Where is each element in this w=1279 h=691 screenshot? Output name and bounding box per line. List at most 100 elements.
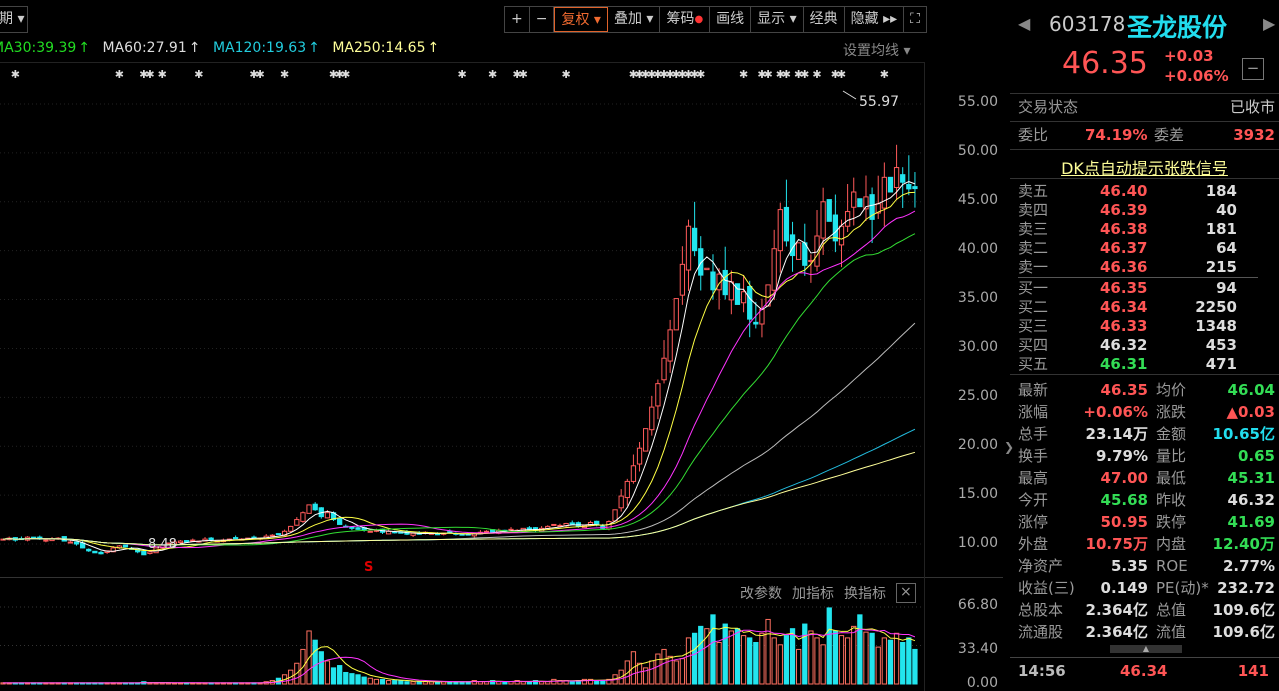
tick-volume: 141 xyxy=(1237,662,1269,680)
collapse-icon[interactable]: − xyxy=(1242,58,1264,80)
signal-marker-icon: ✱ xyxy=(880,68,889,81)
low-price-label: 8.48 xyxy=(148,537,177,552)
price-axis-label: 40.00 xyxy=(957,241,998,257)
stat-value: 46.04 xyxy=(1227,381,1275,399)
candle-body xyxy=(673,298,679,331)
volume-bar xyxy=(508,681,514,685)
stock-code: 603178 xyxy=(1049,12,1126,36)
ma20-line xyxy=(3,210,916,549)
signal-marker-icon: ✱ xyxy=(739,68,748,81)
bid-label: 买二 xyxy=(1018,298,1049,316)
volume-bar xyxy=(753,642,759,685)
candle-body xyxy=(569,522,575,525)
stat-row: 流通股 2.364亿 流值 109.6亿 xyxy=(1018,621,1275,643)
volume-bar xyxy=(691,632,698,685)
ask-price: 46.39 xyxy=(1100,201,1148,219)
stat-value: 2.364亿 xyxy=(1085,601,1148,619)
stat-value: 45.68 xyxy=(1100,491,1148,509)
ma250-line xyxy=(3,451,916,546)
volume-axis-label: 0.00 xyxy=(966,675,998,691)
candle-body xyxy=(740,291,747,304)
status-label: 交易状态 xyxy=(1018,98,1079,116)
next-stock-icon[interactable]: ▶ xyxy=(1263,14,1275,33)
volume-bar xyxy=(624,660,630,685)
stat-value: 46.32 xyxy=(1227,491,1275,509)
bid-volume: 471 xyxy=(1205,355,1237,373)
ask-label: 卖二 xyxy=(1018,239,1049,257)
price-axis-label: 35.00 xyxy=(957,290,998,306)
close-indicator-button[interactable]: × xyxy=(896,583,916,603)
stat-label: 内盘 xyxy=(1156,535,1187,553)
volume-axis-label: 66.80 xyxy=(957,597,998,613)
volume-bar xyxy=(765,618,771,685)
stat-label: PE(动)* xyxy=(1156,579,1209,597)
candle-body xyxy=(783,206,790,242)
candle-body xyxy=(661,357,667,381)
candle-body xyxy=(294,519,300,526)
dk-signal-link[interactable]: DK点自动提示张跌信号 xyxy=(1010,155,1279,179)
candle-body xyxy=(612,509,618,522)
sell-signal-marker: S xyxy=(364,560,374,575)
signal-marker-icon: ✱ xyxy=(158,68,167,81)
wb-label: 委比 xyxy=(1018,126,1049,144)
price-axis-label: 20.00 xyxy=(957,437,998,453)
volume-bar xyxy=(349,673,355,685)
candle-body xyxy=(624,480,630,499)
stat-label: 总股本 xyxy=(1018,601,1064,619)
expand-handle-icon[interactable]: ▲ xyxy=(1110,645,1182,653)
volume-bar xyxy=(392,680,398,685)
volume-bar xyxy=(355,674,361,685)
price-axis-label: 55.00 xyxy=(957,94,998,110)
candle-body xyxy=(288,525,294,532)
volume-bar xyxy=(838,635,845,685)
price-change-pct: +0.06% xyxy=(1164,67,1229,85)
stat-row: 涨幅 +0.06% 涨跌 ▲0.03 xyxy=(1018,401,1275,423)
volume-bar xyxy=(789,628,796,685)
volume-bar xyxy=(404,681,410,685)
candle-body xyxy=(912,186,918,190)
stat-label: 涨停 xyxy=(1018,513,1049,531)
volume-bar xyxy=(318,651,324,685)
volume-bar xyxy=(747,637,753,685)
stat-label: 外盘 xyxy=(1018,535,1049,553)
stat-row: 换手 9.79% 量比 0.65 xyxy=(1018,445,1275,467)
ask-label: 卖五 xyxy=(1018,182,1049,200)
volume-bar xyxy=(385,680,392,685)
candle-body xyxy=(184,540,190,543)
bid-row: 买三 46.33 1348 xyxy=(1018,316,1275,336)
price-axis-label: 50.00 xyxy=(957,143,998,159)
volume-bar xyxy=(796,648,802,685)
stat-label: 收益(三) xyxy=(1018,579,1075,597)
ask-label: 卖一 xyxy=(1018,258,1049,276)
volume-bar xyxy=(636,662,643,685)
bid-row: 买四 46.32 453 xyxy=(1018,335,1275,355)
kline-chart-area[interactable]: 期 ▾ + − 复权 ▾ 叠加 ▾ 筹码● 画线 显示 ▾ 经典 隐藏 ▸▸ ⛶… xyxy=(0,0,1003,691)
candle-body xyxy=(667,329,673,362)
ask-row: 卖五 46.40 184 xyxy=(1018,181,1275,201)
edit-params-button[interactable]: 改参数 xyxy=(740,583,782,603)
volume-bar xyxy=(496,681,502,685)
stat-value: 5.35 xyxy=(1110,557,1148,575)
candle-body xyxy=(122,544,129,548)
candle-body xyxy=(777,209,783,252)
price-axis-label: 15.00 xyxy=(957,486,998,502)
volume-bar xyxy=(569,681,575,685)
candle-body xyxy=(177,540,184,544)
tick-time: 14:56 xyxy=(1018,662,1066,680)
candle-body xyxy=(232,537,239,540)
candle-body xyxy=(337,517,343,525)
volume-bar xyxy=(679,658,686,685)
stat-value: 46.35 xyxy=(1100,381,1148,399)
volume-bar xyxy=(740,635,747,685)
volume-bar xyxy=(545,681,551,685)
swap-indicator-button[interactable]: 换指标 xyxy=(844,583,886,603)
volume-bar xyxy=(337,665,343,685)
stat-label: 流通股 xyxy=(1018,623,1064,641)
stat-value: 0.65 xyxy=(1237,447,1275,465)
candle-body xyxy=(636,447,643,465)
candle-body xyxy=(208,537,214,541)
stat-label: 昨收 xyxy=(1156,491,1187,509)
add-indicator-button[interactable]: 加指标 xyxy=(792,583,834,603)
prev-stock-icon[interactable]: ◀ xyxy=(1018,14,1030,33)
volume-bar xyxy=(343,671,349,685)
